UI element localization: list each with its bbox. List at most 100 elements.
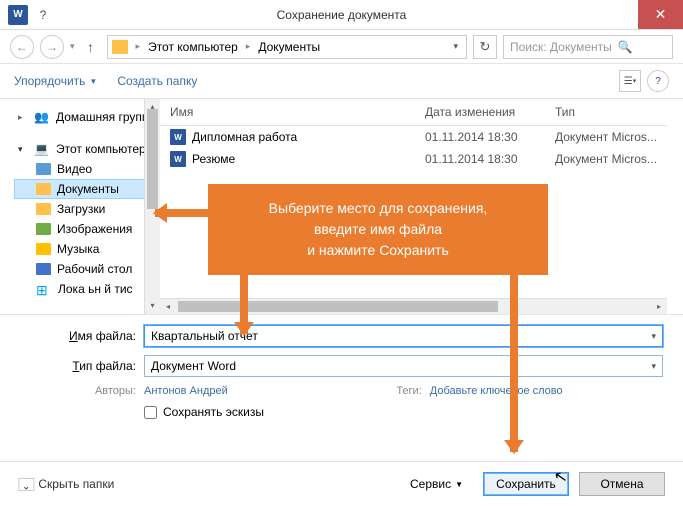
- pictures-folder-icon: [36, 223, 51, 235]
- sidebar-item-documents[interactable]: Документы: [14, 179, 160, 199]
- authors-label: Авторы:: [60, 385, 136, 397]
- sidebar-item-desktop[interactable]: Рабочий стол: [14, 259, 160, 279]
- file-name: Резюме: [192, 152, 235, 166]
- tags-label: Теги:: [346, 385, 422, 397]
- window-buttons: ✕: [638, 0, 683, 29]
- music-folder-icon: [36, 243, 51, 255]
- footer: Скрыть папки Сервис▼ Сохранить Отмена: [0, 461, 683, 506]
- filetype-select[interactable]: Документ Word ▾: [144, 355, 663, 377]
- collapse-icon[interactable]: ▾: [18, 144, 28, 155]
- sidebar-item-label: Документы: [57, 182, 119, 196]
- window-title: Сохранение документа: [0, 8, 683, 22]
- filetype-label: Тип файла:: [60, 359, 136, 373]
- scroll-thumb[interactable]: [147, 109, 158, 209]
- navbar: ← → ▾ ↑ ▸ Этот компьютер ▸ Документы ▾ ↻…: [0, 30, 683, 64]
- help-icon[interactable]: ?: [647, 70, 669, 92]
- callout-arrow-down-filename: [240, 272, 248, 334]
- save-thumbnails-label: Сохранять эскизы: [163, 405, 264, 419]
- new-folder-button[interactable]: Создать папку: [117, 74, 197, 88]
- sidebar-item-music[interactable]: Музыка: [14, 239, 160, 259]
- folder-icon: [112, 40, 128, 54]
- word-app-icon: W: [8, 5, 28, 25]
- cancel-button[interactable]: Отмена: [579, 472, 665, 496]
- scroll-left-icon[interactable]: ◂: [160, 299, 176, 314]
- word-doc-icon: W: [170, 129, 186, 145]
- save-thumbnails-checkbox[interactable]: [144, 406, 157, 419]
- hide-folders-button[interactable]: Скрыть папки: [18, 477, 114, 491]
- computer-icon: [34, 142, 50, 156]
- tutorial-callout: Выберите место для сохранения, введите и…: [208, 184, 548, 275]
- sidebar-item-label: Загрузки: [57, 202, 105, 216]
- forward-button[interactable]: →: [40, 35, 64, 59]
- callout-line1: Выберите место для сохранения,: [218, 198, 538, 219]
- sidebar-item-homegroup[interactable]: ▸ Домашняя группа: [14, 107, 160, 127]
- view-options-button[interactable]: ☰ ▾: [619, 70, 641, 92]
- word-doc-icon: W: [170, 151, 186, 167]
- video-folder-icon: [36, 163, 51, 175]
- sidebar: ▸ Домашняя группа ▾ Этот компьютер Видео…: [0, 99, 160, 314]
- up-button[interactable]: ↑: [81, 37, 101, 57]
- folder-icon: [36, 203, 51, 215]
- sidebar-item-pictures[interactable]: Изображения: [14, 219, 160, 239]
- file-date: 01.11.2014 18:30: [415, 152, 545, 166]
- chevron-down-icon: ▼: [89, 77, 97, 86]
- chevron-right-icon: ▸: [242, 41, 255, 52]
- chevron-down-icon[interactable]: ▾: [449, 41, 462, 52]
- sidebar-item-video[interactable]: Видео: [14, 159, 160, 179]
- chevron-right-icon: ▸: [132, 41, 145, 52]
- filename-label: Имя файла:: [60, 329, 136, 343]
- callout-arrow-left: [155, 209, 210, 217]
- breadcrumb-documents[interactable]: Документы: [256, 40, 322, 54]
- file-type: Документ Micros...: [545, 152, 667, 166]
- file-name: Дипломная работа: [192, 130, 297, 144]
- column-name[interactable]: Имя: [160, 99, 415, 125]
- breadcrumb[interactable]: ▸ Этот компьютер ▸ Документы ▾: [107, 35, 467, 59]
- tags-value[interactable]: Добавьте ключевое слово: [430, 385, 563, 397]
- file-type: Документ Micros...: [545, 130, 667, 144]
- sidebar-item-label: Изображения: [57, 222, 132, 236]
- sidebar-item-label: Видео: [57, 162, 92, 176]
- column-headers: Имя Дата изменения Тип: [160, 99, 667, 126]
- chevron-down-icon[interactable]: ▾: [651, 361, 656, 372]
- search-placeholder: Поиск: Документы: [510, 40, 612, 54]
- homegroup-icon: [34, 110, 50, 124]
- scroll-thumb[interactable]: [178, 301, 498, 312]
- sidebar-item-local-disk[interactable]: Лока ьн й тис: [14, 279, 160, 299]
- desktop-folder-icon: [36, 263, 51, 275]
- chevron-down-icon[interactable]: ▾: [651, 331, 656, 342]
- callout-line3: и нажмите Сохранить: [218, 240, 538, 261]
- filename-input[interactable]: Квартальный отчет ▾: [144, 325, 663, 347]
- close-button[interactable]: ✕: [638, 0, 683, 29]
- sidebar-item-label: Рабочий стол: [57, 262, 132, 276]
- back-button[interactable]: ←: [10, 35, 34, 59]
- file-row[interactable]: W Резюме 01.11.2014 18:30 Документ Micro…: [160, 148, 667, 170]
- scroll-right-icon[interactable]: ▸: [651, 299, 667, 314]
- column-type[interactable]: Тип: [545, 99, 667, 125]
- help-button[interactable]: ?: [28, 0, 58, 29]
- scroll-down-icon[interactable]: ▾: [145, 298, 160, 314]
- file-date: 01.11.2014 18:30: [415, 130, 545, 144]
- breadcrumb-computer[interactable]: Этот компьютер: [146, 40, 240, 54]
- column-date[interactable]: Дата изменения: [415, 99, 545, 125]
- refresh-button[interactable]: ↻: [473, 35, 497, 59]
- expand-icon[interactable]: ▸: [18, 112, 28, 123]
- sidebar-item-computer[interactable]: ▾ Этот компьютер: [14, 139, 160, 159]
- organize-menu[interactable]: Упорядочить▼: [14, 74, 97, 88]
- toolbar: Упорядочить▼ Создать папку ☰ ▾ ?: [0, 64, 683, 98]
- titlebar: W Сохранение документа ? ✕: [0, 0, 683, 30]
- disk-icon: [36, 282, 52, 296]
- sidebar-item-label: Домашняя группа: [56, 110, 155, 124]
- save-form: Имя файла: Квартальный отчет ▾ Тип файла…: [0, 314, 683, 427]
- authors-value[interactable]: Антонов Андрей: [144, 385, 228, 397]
- file-row[interactable]: W Дипломная работа 01.11.2014 18:30 Доку…: [160, 126, 667, 148]
- search-input[interactable]: Поиск: Документы 🔍: [503, 35, 673, 59]
- horizontal-scrollbar[interactable]: ◂ ▸: [160, 298, 667, 314]
- chevron-down-icon: ▼: [455, 480, 463, 489]
- sidebar-item-label: Этот компьютер: [56, 142, 146, 156]
- folder-icon: [36, 183, 51, 195]
- search-icon: 🔍: [618, 40, 633, 54]
- callout-line2: введите имя файла: [218, 219, 538, 240]
- sidebar-item-downloads[interactable]: Загрузки: [14, 199, 160, 219]
- sidebar-item-label: Лока ьн й тис: [58, 282, 133, 296]
- tools-menu[interactable]: Сервис▼: [410, 477, 463, 491]
